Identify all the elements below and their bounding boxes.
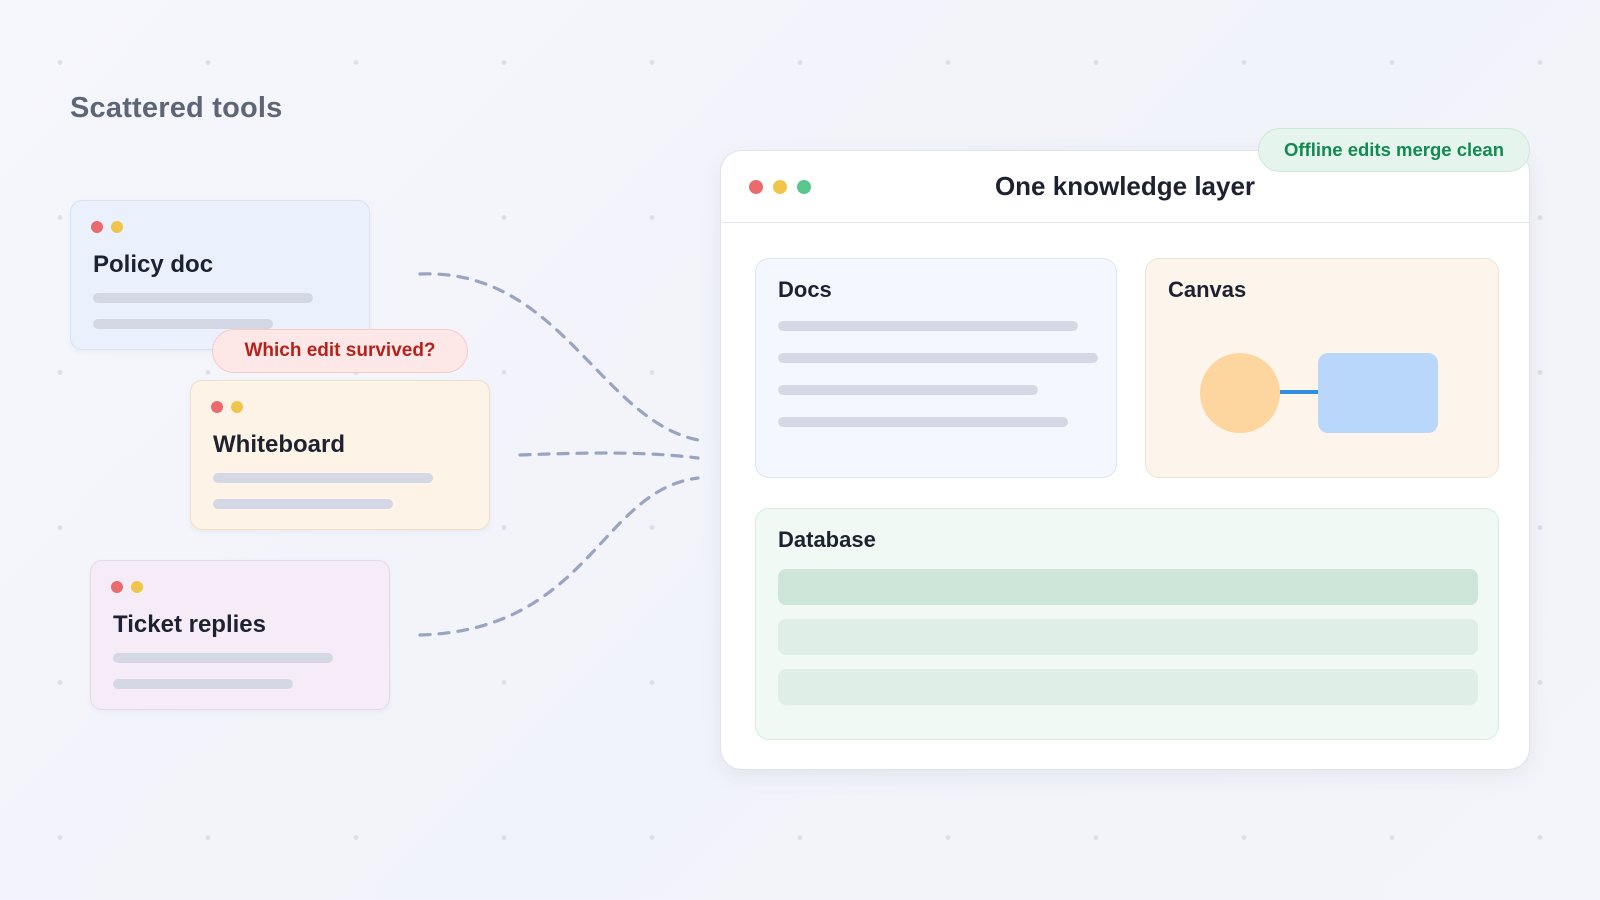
database-row[interactable] [778, 619, 1478, 655]
database-section[interactable]: Database [755, 508, 1499, 740]
tool-card-ticket-replies[interactable]: Ticket replies [90, 560, 390, 710]
canvas-rectangle-shape [1318, 353, 1438, 433]
window-controls [91, 221, 123, 233]
minimize-dot-icon [131, 581, 143, 593]
close-dot-icon [91, 221, 103, 233]
canvas-section[interactable]: Canvas [1145, 258, 1499, 478]
tool-card-policy-doc[interactable]: Policy doc [70, 200, 370, 350]
placeholder-line [113, 679, 293, 689]
close-dot-icon [111, 581, 123, 593]
canvas-connector-line [1280, 390, 1318, 394]
placeholder-line [113, 653, 333, 663]
tool-card-whiteboard[interactable]: Whiteboard [190, 380, 490, 530]
minimize-dot-icon [111, 221, 123, 233]
close-dot-icon [211, 401, 223, 413]
section-label: Docs [778, 277, 832, 302]
section-heading: Scattered tools [70, 92, 283, 124]
window-controls [211, 401, 243, 413]
window-title: One knowledge layer [994, 171, 1256, 201]
section-label: Canvas [1168, 277, 1247, 302]
tool-card-title: Whiteboard [213, 431, 345, 458]
placeholder-line [213, 499, 393, 509]
database-row[interactable] [778, 669, 1478, 705]
placeholder-line [778, 353, 1098, 363]
canvas-circle-shape [1200, 353, 1280, 433]
knowledge-layer-window: One knowledge layer Docs Canvas Database [720, 150, 1530, 770]
database-row[interactable] [778, 569, 1478, 605]
tool-card-title: Ticket replies [113, 611, 266, 638]
placeholder-line [93, 319, 273, 329]
placeholder-line [778, 321, 1078, 331]
tool-card-title: Policy doc [93, 251, 214, 278]
minimize-dot-icon [231, 401, 243, 413]
merge-status-badge: Offline edits merge clean [1258, 128, 1530, 172]
conflict-badge: Which edit survived? [212, 329, 468, 373]
docs-section[interactable]: Docs [755, 258, 1117, 478]
placeholder-line [778, 385, 1038, 395]
placeholder-line [213, 473, 433, 483]
window-controls [111, 581, 143, 593]
section-label: Database [778, 527, 876, 552]
placeholder-line [778, 417, 1068, 427]
placeholder-line [93, 293, 313, 303]
